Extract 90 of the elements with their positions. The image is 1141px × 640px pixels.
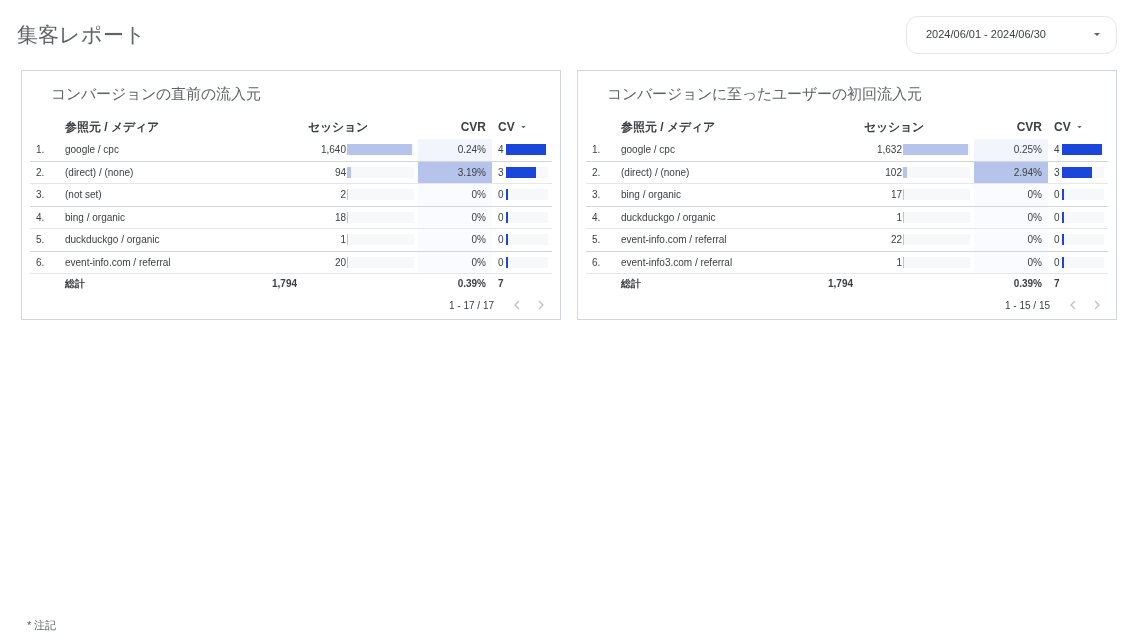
- sort-caret-icon: [1076, 125, 1082, 129]
- pagination-label: 1 - 17 / 17: [448, 298, 494, 313]
- row-number: 6.: [592, 255, 601, 270]
- cvr-heat-cell: 0%: [974, 229, 1048, 251]
- table-cell-text: 0: [1054, 233, 1061, 248]
- table-cell-text: (not set): [65, 188, 102, 203]
- table-cell-text: 4: [498, 143, 505, 158]
- row-number: 3.: [36, 188, 45, 203]
- total-value: 7: [498, 277, 504, 289]
- previous-page-button[interactable]: [512, 299, 522, 311]
- table-cell-text: 0: [1054, 210, 1061, 225]
- table-cell: 1: [896, 256, 902, 268]
- cvr-heat-cell: 0%: [418, 251, 492, 273]
- row-number: 4.: [36, 210, 45, 225]
- row-number: 1.: [592, 143, 601, 158]
- row-number: 6.: [36, 255, 45, 270]
- column-header: セッション: [864, 120, 924, 134]
- table-cell-text: 3: [1054, 165, 1061, 180]
- row-number: 1.: [36, 143, 45, 158]
- table-cell-text: 0: [1054, 255, 1061, 270]
- cvr-heat-cell: 0.24%: [418, 139, 492, 161]
- sort-column-header[interactable]: CV: [1054, 118, 1082, 136]
- table-cell-text: (direct) / (none): [621, 165, 690, 180]
- cvr-heat-cell: 0.25%: [974, 139, 1048, 161]
- next-page-button[interactable]: [536, 299, 546, 311]
- cvr-heat-cell: 3.19%: [418, 161, 492, 183]
- sort-column-header[interactable]: CV: [498, 118, 526, 136]
- row-number: 5.: [592, 233, 601, 248]
- table-cell-text: 0: [498, 210, 505, 225]
- table-cell-text: google / cpc: [621, 143, 675, 158]
- table-cell: 1: [340, 234, 346, 246]
- table-cell-text: 0: [1054, 188, 1061, 203]
- table-cell: 22: [890, 234, 902, 246]
- previous-page-button[interactable]: [1068, 299, 1078, 311]
- total-value: 0.39%: [1013, 277, 1042, 289]
- footnote: * 注記: [27, 618, 57, 633]
- cvr-heat-cell: 2.94%: [974, 161, 1048, 183]
- column-header: CVR: [460, 120, 486, 134]
- cvr-heat-cell: 0%: [974, 184, 1048, 206]
- table-cell-text: 0: [498, 188, 505, 203]
- table-cell-text: duckduckgo / organic: [65, 233, 160, 248]
- table-cell-text: 0: [498, 233, 505, 248]
- table-cell-text: 0: [498, 255, 505, 270]
- cvr-heat-cell: 0%: [418, 206, 492, 228]
- total-value: 1,794: [828, 277, 854, 289]
- column-header: 参照元 / メディア: [65, 120, 159, 134]
- table-title: コンバージョンの直前の流入元: [50, 84, 262, 104]
- table-cell: 20: [334, 256, 346, 268]
- row-number: 2.: [592, 165, 601, 180]
- table-cell-text: event-info3.com / referral: [621, 255, 733, 270]
- table-cell: 18: [334, 211, 346, 223]
- table-cell: 2: [340, 189, 346, 201]
- pagination-label: 1 - 15 / 15: [1004, 298, 1050, 313]
- table-cell-text: 3: [498, 165, 505, 180]
- table-cell-text: event-info.com / referral: [65, 255, 171, 270]
- table-cell-text: bing / organic: [621, 188, 682, 203]
- total-value: 7: [1054, 277, 1060, 289]
- row-number: 2.: [36, 165, 45, 180]
- table-cell: 17: [890, 189, 902, 201]
- table-cell-text: 4: [1054, 143, 1061, 158]
- cvr-heat-cell: 0%: [418, 184, 492, 206]
- caret-icon: [1094, 32, 1100, 37]
- total-value: 0.39%: [457, 277, 486, 289]
- total-label: 総計: [65, 277, 85, 289]
- cvr-heat-cell: 0%: [418, 229, 492, 251]
- table-title: コンバージョンに至ったユーザーの初回流入元: [606, 84, 923, 104]
- table-cell: 102: [885, 166, 902, 178]
- row-number: 5.: [36, 233, 45, 248]
- row-number: 3.: [592, 188, 601, 203]
- table-cell-text: event-info.com / referral: [621, 233, 727, 248]
- column-header: 参照元 / メディア: [621, 120, 715, 134]
- table-cell: 1: [896, 211, 902, 223]
- table-cell: 1,632: [876, 144, 902, 156]
- total-label: 総計: [621, 277, 641, 289]
- column-header: CVR: [1016, 120, 1042, 134]
- cvr-heat-cell: 0%: [974, 206, 1048, 228]
- table-cell-text: (direct) / (none): [65, 165, 134, 180]
- page-title: 集客レポート: [17, 21, 146, 48]
- column-header: セッション: [308, 120, 368, 134]
- cvr-heat-cell: 0%: [974, 251, 1048, 273]
- sort-caret-icon: [520, 125, 526, 129]
- table-cell: 1,640: [320, 144, 346, 156]
- table-cell-text: bing / organic: [65, 210, 126, 225]
- table-cell-text: google / cpc: [65, 143, 119, 158]
- row-number: 4.: [592, 210, 601, 225]
- total-value: 1,794: [272, 277, 298, 289]
- date-range-picker[interactable]: 2024/06/01 - 2024/06/30: [906, 15, 1117, 54]
- table-cell: 94: [334, 166, 346, 178]
- next-page-button[interactable]: [1092, 299, 1102, 311]
- table-cell-text: duckduckgo / organic: [621, 210, 716, 225]
